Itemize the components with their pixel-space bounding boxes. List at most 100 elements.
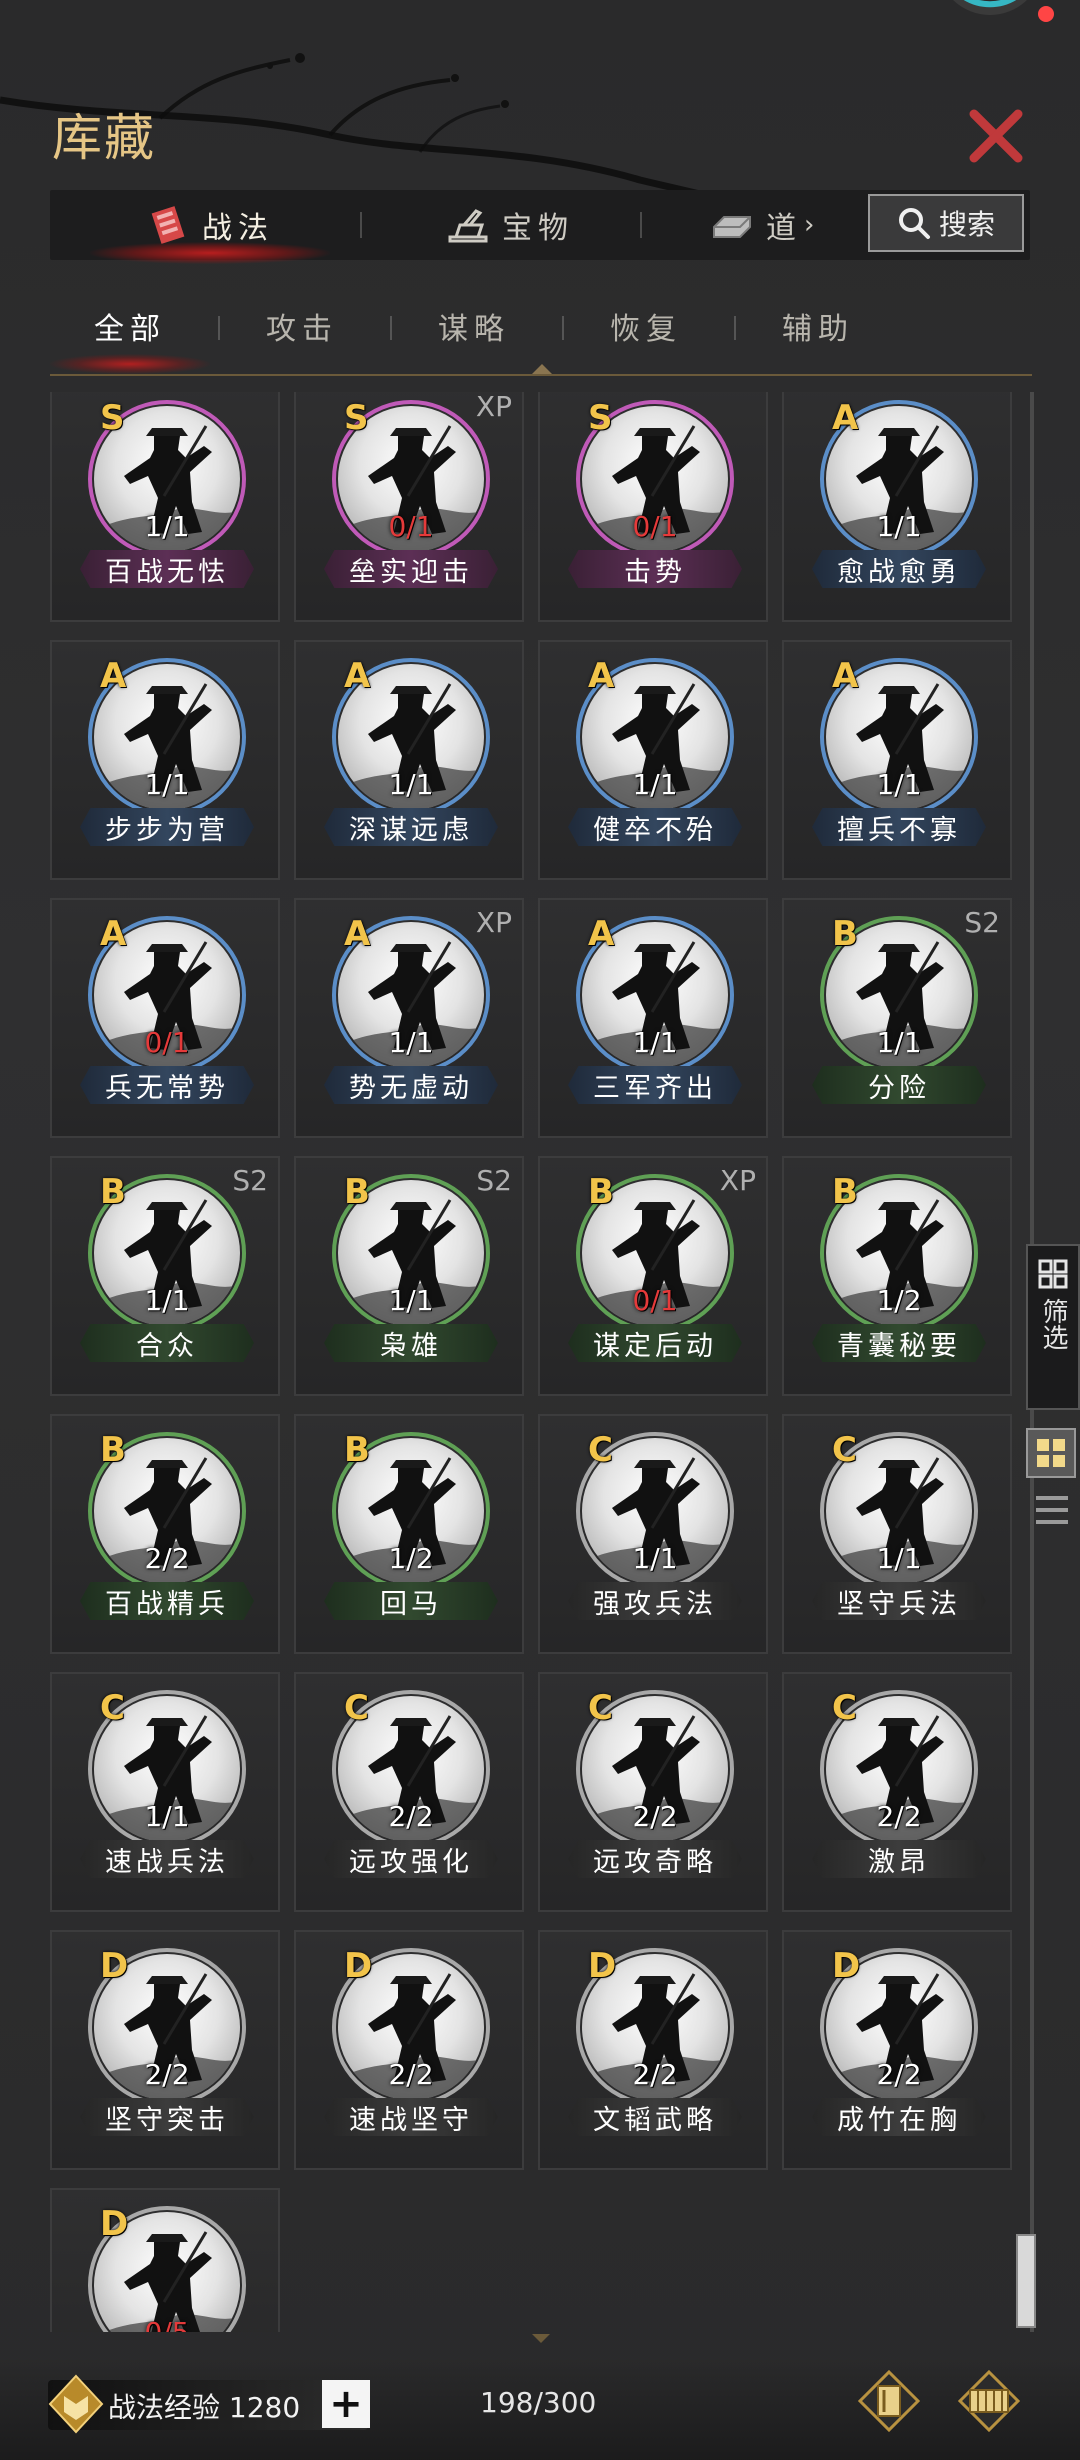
skill-name: 擅兵不寡 [812,808,986,846]
skill-count: 1/1 [632,768,678,801]
skill-name: 垒实迎击 [324,550,498,588]
skill-count: 2/2 [632,2058,678,2091]
skill-name: 坚守突击 [80,2098,254,2136]
skill-card[interactable]: S 0/1 击势 [538,392,768,622]
tab-baowu[interactable]: 宝物 [380,190,640,260]
skill-card[interactable]: A 1/1 三军齐出 [538,898,768,1138]
skill-card[interactable]: A 1/1 深谋远虑 [294,640,524,880]
skill-grade: C [100,1688,125,1728]
skill-card[interactable]: D 2/2 坚守突击 [50,1930,280,2170]
skill-name: 合众 [80,1324,254,1362]
subtab-separator [562,316,564,340]
skill-count: 1/1 [632,1542,678,1575]
skill-name: 远攻强化 [324,1840,498,1878]
header-divider [50,374,1032,376]
skill-card[interactable]: C 2/2 远攻奇略 [538,1672,768,1912]
scrollbar-thumb[interactable] [1016,2234,1036,2328]
grid-view-button[interactable] [1026,1428,1076,1478]
skill-card[interactable]: D 0/5 [50,2188,280,2332]
skill-count: 2/2 [144,1542,190,1575]
skill-count: 1/1 [144,768,190,801]
skill-count: 2/2 [876,2058,922,2091]
skill-card[interactable]: B 1/2 回马 [294,1414,524,1654]
skill-card[interactable]: C 2/2 远攻强化 [294,1672,524,1912]
skill-card[interactable]: A 1/1 愈战愈勇 [782,392,1012,622]
close-button[interactable] [966,106,1026,166]
skill-count: 2/2 [144,2058,190,2091]
skill-count: 1/1 [388,768,434,801]
search-button[interactable]: 搜索 [868,194,1024,252]
skill-count: 1/1 [144,1800,190,1833]
skill-tag: XP [475,906,512,939]
skill-name: 强攻兵法 [568,1582,742,1620]
skill-grade: C [832,1430,857,1470]
skill-card[interactable]: B 1/2 青囊秘要 [782,1156,1012,1396]
subtab-separator [734,316,736,340]
filter-button[interactable]: 筛选 [1026,1244,1080,1410]
skill-name: 成竹在胸 [812,2098,986,2136]
skill-grade: A [100,656,127,696]
subtab-strategy[interactable]: 谋略 [394,296,554,356]
exp-label: 战法经验 1280 [108,2391,301,2424]
skill-name: 枭雄 [324,1324,498,1362]
skill-name: 文韬武略 [568,2098,742,2136]
skill-card[interactable]: S 1/1 百战无怯 [50,392,280,622]
skill-name: 百战精兵 [80,1582,254,1620]
skill-card[interactable]: D 2/2 文韬武略 [538,1930,768,2170]
skill-card[interactable]: A 1/1 健卒不殆 [538,640,768,880]
skill-card[interactable]: B S2 1/1 枭雄 [294,1156,524,1396]
skill-grid[interactable]: S 1/1 百战无怯 S XP 0/1 垒实迎击 S 0/1 击势 A 1/1 愈战愈勇 A 1/1 步步为营… [50,392,1016,2332]
skill-card[interactable]: A 0/1 兵无常势 [50,898,280,1138]
subtab-attack[interactable]: 攻击 [222,296,382,356]
subtab-all[interactable]: 全部 [50,296,210,374]
window-title: 库藏 [52,109,156,167]
subtab-recovery[interactable]: 恢复 [566,296,726,356]
tab-daoju[interactable]: 道 › [710,190,880,260]
skill-tag: S2 [964,906,1000,939]
scroll-decompose-icon[interactable] [958,2370,1020,2432]
tab-zhanfa[interactable]: 战法 [70,190,350,264]
search-icon [898,208,930,239]
skill-card[interactable]: D 2/2 成竹在胸 [782,1930,1012,2170]
search-label: 搜索 [938,208,995,241]
tab-daoju-label: 道 [766,211,802,246]
filter-label: 筛选 [1038,1298,1068,1350]
skill-card[interactable]: B XP 0/1 谋定后动 [538,1156,768,1396]
skill-card[interactable]: A 1/1 擅兵不寡 [782,640,1012,880]
skill-card[interactable]: C 1/1 坚守兵法 [782,1414,1012,1654]
subtab-support[interactable]: 辅助 [738,296,898,356]
skill-card[interactable]: B S2 1/1 分险 [782,898,1012,1138]
skill-card[interactable]: D 2/2 速战坚守 [294,1930,524,2170]
skill-grade: A [588,656,615,696]
skill-card[interactable]: C 2/2 激昂 [782,1672,1012,1912]
skill-count: 1/1 [388,1284,434,1317]
skill-card[interactable]: B S2 1/1 合众 [50,1156,280,1396]
skill-grade: A [100,914,127,954]
book-upgrade-icon[interactable] [858,2370,920,2432]
add-exp-button[interactable]: + [322,2380,370,2428]
scroll-up-indicator-icon [532,364,552,374]
skill-card[interactable]: B 2/2 百战精兵 [50,1414,280,1654]
skill-tag: XP [475,392,512,423]
skill-count: 1/1 [876,510,922,543]
list-view-icon[interactable] [1030,1490,1074,1530]
skill-card[interactable]: A 1/1 步步为营 [50,640,280,880]
skill-count: 1/1 [144,1284,190,1317]
skill-grade: B [100,1172,126,1212]
skill-card[interactable]: S XP 0/1 垒实迎击 [294,392,524,622]
skill-name: 健卒不殆 [568,808,742,846]
scroll-bundle-icon [151,206,185,244]
skill-name: 速战坚守 [324,2098,498,2136]
skill-count: 1/1 [876,1542,922,1575]
capacity-count: 198/300 [480,2386,597,2419]
skill-tag: XP [719,1164,756,1197]
skill-count: 0/1 [632,510,678,543]
skill-card[interactable]: C 1/1 速战兵法 [50,1672,280,1912]
exp-book-icon [48,2374,104,2434]
skill-card[interactable]: C 1/1 强攻兵法 [538,1414,768,1654]
skill-card[interactable]: A XP 1/1 势无虚动 [294,898,524,1138]
scroll-down-indicator-icon [532,2334,550,2343]
skill-count: 1/1 [388,1026,434,1059]
skill-count: 2/2 [632,1800,678,1833]
skill-grade: A [588,914,615,954]
